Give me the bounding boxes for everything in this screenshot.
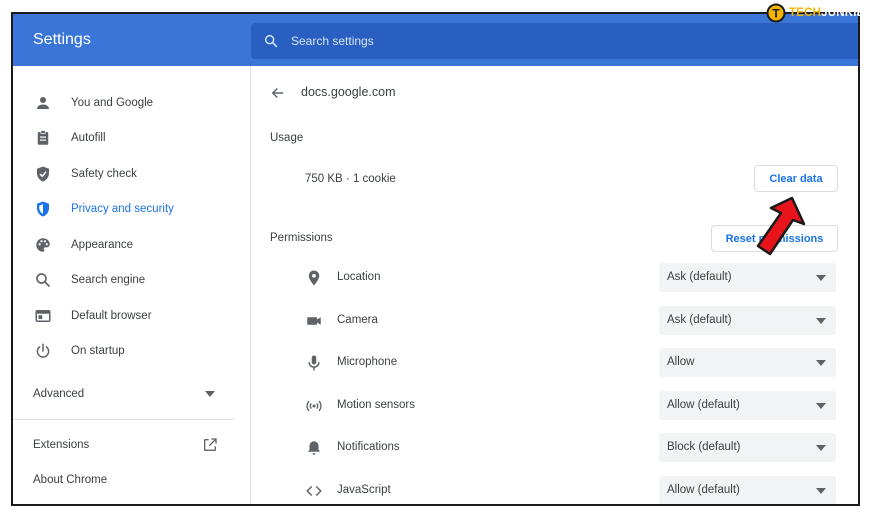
advanced-label: Advanced — [33, 388, 85, 400]
annotation-arrow-icon — [756, 196, 806, 256]
dropdown-caret-icon — [816, 275, 826, 281]
select-value: Allow — [667, 356, 695, 368]
permission-label: Notifications — [337, 441, 400, 453]
select-value: Block (default) — [667, 441, 741, 453]
extensions-label: Extensions — [33, 439, 90, 451]
permission-label: Location — [337, 271, 381, 283]
palette-icon — [36, 238, 50, 252]
chevron-down-icon — [205, 391, 215, 397]
camera-icon — [307, 317, 321, 325]
header-bar: Settings — [13, 14, 858, 66]
permission-row-motion-sensors: Motion sensors Allow (default) — [251, 391, 858, 421]
sidebar-item-label: Appearance — [71, 239, 134, 251]
sidebar-item-you-and-google[interactable]: You and Google — [13, 87, 251, 119]
permission-label: Microphone — [337, 356, 398, 368]
search-box[interactable] — [251, 23, 858, 59]
sidebar-item-label: Safety check — [71, 168, 137, 180]
sidebar: You and Google Autofill Safety check Pri… — [13, 66, 251, 504]
techjunkie-watermark: T TECHJUNKIE — [766, 2, 865, 24]
browser-window-icon — [35, 310, 51, 322]
permission-label: Motion sensors — [337, 399, 415, 411]
site-details-panel: docs.google.com Usage 750 KB · 1 cookie … — [251, 66, 858, 504]
sidebar-advanced-toggle[interactable]: Advanced — [13, 378, 251, 410]
power-icon — [36, 343, 50, 358]
sidebar-item-privacy-and-security[interactable]: Privacy and security — [13, 193, 251, 225]
permission-row-camera: Camera Ask (default) — [251, 306, 858, 336]
sidebar-item-label: Search engine — [71, 274, 146, 286]
sidebar-item-label: Privacy and security — [71, 203, 174, 215]
sidebar-item-label: Default browser — [71, 310, 152, 322]
bell-icon — [308, 441, 320, 455]
sidebar-item-default-browser[interactable]: Default browser — [13, 300, 251, 332]
watermark-text: TECHJUNKIE — [789, 7, 865, 19]
shield-check-icon — [37, 166, 49, 182]
about-label: About Chrome — [33, 474, 108, 486]
sidebar-item-label: On startup — [71, 345, 125, 357]
usage-value: 750 KB · 1 cookie — [305, 173, 396, 185]
app-title: Settings — [33, 31, 91, 48]
javascript-select[interactable]: Allow (default) — [659, 476, 836, 504]
open-in-new-icon — [204, 438, 217, 451]
sidebar-item-safety-check[interactable]: Safety check — [13, 158, 251, 190]
code-icon — [306, 485, 322, 497]
permission-label: Camera — [337, 314, 378, 326]
sidebar-item-extensions[interactable]: Extensions — [13, 429, 251, 461]
location-pin-icon — [308, 270, 320, 286]
sidebar-item-on-startup[interactable]: On startup — [13, 335, 251, 367]
dropdown-caret-icon — [816, 403, 826, 409]
select-value: Allow (default) — [667, 484, 740, 496]
select-value: Allow (default) — [667, 399, 740, 411]
sidebar-item-about-chrome[interactable]: About Chrome — [13, 464, 251, 496]
location-select[interactable]: Ask (default) — [659, 263, 836, 292]
sidebar-item-search-engine[interactable]: Search engine — [13, 264, 251, 296]
sidebar-item-label: Autofill — [71, 132, 106, 144]
camera-select[interactable]: Ask (default) — [659, 306, 836, 335]
permission-row-javascript: JavaScript Allow (default) — [251, 476, 858, 504]
sidebar-divider — [13, 419, 235, 420]
clear-data-button[interactable]: Clear data — [754, 165, 838, 192]
microphone-select[interactable]: Allow — [659, 348, 836, 377]
techjunkie-logo-icon: T — [766, 3, 786, 23]
dropdown-caret-icon — [816, 360, 826, 366]
dropdown-caret-icon — [816, 445, 826, 451]
search-input[interactable] — [291, 23, 831, 59]
motion-sensors-select[interactable]: Allow (default) — [659, 391, 836, 420]
dropdown-caret-icon — [816, 488, 826, 494]
select-value: Ask (default) — [667, 271, 732, 283]
svg-text:T: T — [772, 7, 780, 21]
sidebar-item-autofill[interactable]: Autofill — [13, 122, 251, 154]
permission-row-microphone: Microphone Allow — [251, 348, 858, 378]
sidebar-item-label: You and Google — [71, 97, 154, 109]
sidebar-item-appearance[interactable]: Appearance — [13, 229, 251, 261]
permissions-heading: Permissions — [270, 232, 333, 244]
permission-row-location: Location Ask (default) — [251, 263, 858, 293]
site-title: docs.google.com — [301, 85, 396, 99]
notifications-select[interactable]: Block (default) — [659, 433, 836, 462]
settings-window: Settings You and Google Autofill — [11, 12, 860, 506]
usage-heading: Usage — [270, 132, 304, 144]
person-icon — [37, 97, 49, 109]
select-value: Ask (default) — [667, 314, 732, 326]
clipboard-icon — [37, 130, 49, 145]
dropdown-caret-icon — [816, 318, 826, 324]
search-icon — [264, 34, 278, 48]
search-icon — [36, 273, 50, 287]
motion-sensor-icon — [306, 400, 322, 412]
microphone-icon — [308, 355, 320, 371]
back-arrow-icon[interactable] — [269, 84, 287, 102]
permission-label: JavaScript — [337, 484, 391, 496]
shield-icon — [37, 201, 49, 217]
permission-row-notifications: Notifications Block (default) — [251, 433, 858, 463]
